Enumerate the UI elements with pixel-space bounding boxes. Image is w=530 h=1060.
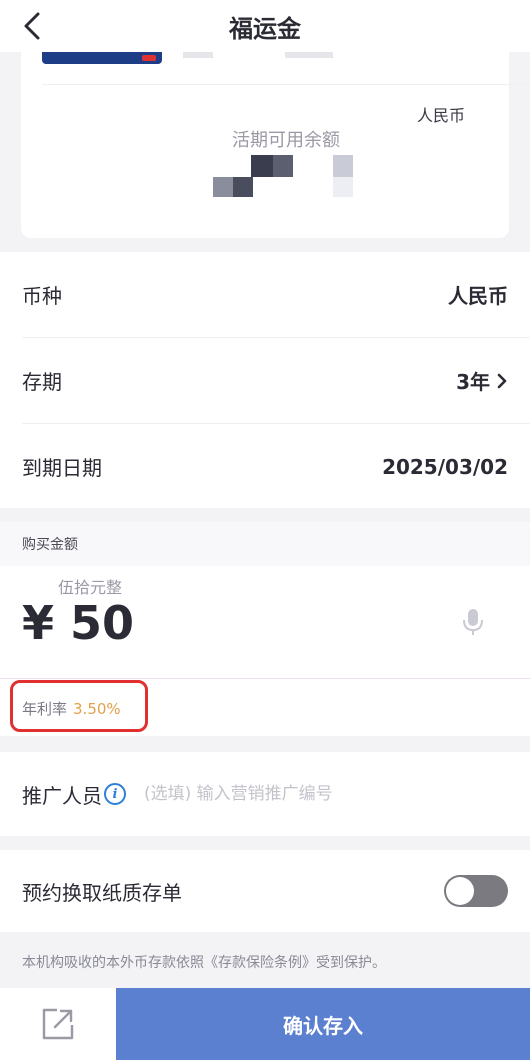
confirm-deposit-button[interactable]: 确认存入 <box>116 988 530 1060</box>
bottom-action-bar: 确认存入 <box>0 988 530 1060</box>
term-row[interactable]: 存期 3年 <box>0 338 530 423</box>
share-external-icon <box>42 1008 74 1040</box>
paper-certificate-label: 预约换取纸质存单 <box>22 880 182 905</box>
card-currency: 人民币 <box>416 106 465 125</box>
maturity-label: 到期日期 <box>22 456 102 480</box>
share-button[interactable] <box>0 988 116 1060</box>
bank-card-thumbnail <box>42 52 162 64</box>
amount-section: 伍拾元整 ¥ 50 年利率 3.50% <box>0 566 530 736</box>
paper-certificate-row: 预约换取纸质存单 <box>0 850 530 932</box>
maturity-row: 到期日期 2025/03/02 <box>0 424 530 509</box>
amount-input[interactable]: ¥ 50 <box>22 596 134 650</box>
maturity-value: 2025/03/02 <box>382 454 508 479</box>
masked-balance <box>251 155 273 177</box>
chevron-right-icon <box>497 373 507 388</box>
info-icon[interactable]: i <box>104 783 126 805</box>
balance-label: 活期可用余额 <box>232 130 340 151</box>
currency-label: 币种 <box>22 284 62 308</box>
account-card-area: 人民币 活期可用余额 <box>0 52 530 250</box>
microphone-icon <box>463 609 483 635</box>
voice-input-button[interactable] <box>462 608 484 640</box>
deposit-info-section: 币种 人民币 存期 3年 到期日期 2025/03/02 <box>0 252 530 508</box>
term-value: 3年 <box>456 370 490 394</box>
toggle-knob <box>446 877 474 905</box>
rate-highlight-box <box>10 680 148 732</box>
deposit-insurance-notice: 本机构吸收的本外币存款依照《存款保险条例》受到保护。 <box>22 955 386 971</box>
term-label: 存期 <box>22 370 62 394</box>
promoter-code-input[interactable] <box>144 784 444 804</box>
masked-account-text <box>183 52 213 58</box>
amount-section-label: 购买金额 <box>0 522 530 566</box>
paper-certificate-toggle[interactable] <box>444 875 508 907</box>
masked-account-text <box>285 52 333 58</box>
page-title: 福运金 <box>229 14 301 43</box>
nav-bar: 福运金 <box>0 0 530 52</box>
term-selector[interactable]: 3年 <box>456 366 508 395</box>
promoter-label: 推广人员 <box>22 783 102 808</box>
amount-in-words: 伍拾元整 <box>58 578 123 597</box>
back-button[interactable] <box>14 8 50 44</box>
account-card[interactable]: 人民币 活期可用余额 <box>21 52 530 238</box>
currency-value: 人民币 <box>448 284 508 308</box>
promoter-row: 推广人员 i <box>0 752 530 836</box>
chevron-left-icon <box>24 12 40 40</box>
currency-row: 币种 人民币 <box>0 252 530 337</box>
